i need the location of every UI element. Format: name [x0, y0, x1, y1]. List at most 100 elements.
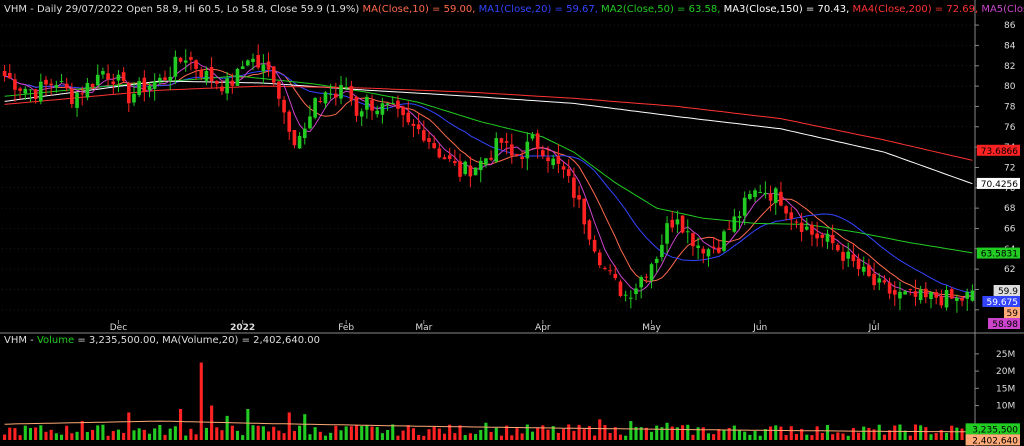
volume-bar[interactable]: [225, 415, 229, 440]
volume-bar[interactable]: [194, 434, 198, 440]
volume-bar[interactable]: [582, 429, 586, 440]
volume-bar[interactable]: [75, 431, 79, 440]
volume-bar[interactable]: [691, 434, 695, 440]
volume-bar[interactable]: [349, 426, 353, 440]
volume-bar[interactable]: [629, 421, 633, 440]
volume-bar[interactable]: [779, 426, 783, 440]
volume-bar[interactable]: [530, 431, 535, 440]
volume-bar[interactable]: [525, 424, 529, 440]
volume-bar[interactable]: [137, 428, 141, 440]
volume-bar[interactable]: [261, 426, 265, 440]
volume-bar[interactable]: [158, 424, 162, 440]
volume-bar[interactable]: [603, 425, 607, 440]
volume-bar[interactable]: [453, 433, 457, 440]
volume-bar[interactable]: [836, 432, 840, 440]
volume-bar[interactable]: [59, 434, 64, 440]
volume-bar[interactable]: [810, 435, 814, 440]
volume-bar[interactable]: [717, 429, 721, 440]
volume-bar[interactable]: [882, 434, 886, 440]
volume-bar[interactable]: [960, 428, 964, 440]
volume-bar[interactable]: [23, 425, 27, 440]
volume-bar[interactable]: [334, 425, 338, 440]
volume-bar[interactable]: [360, 426, 364, 440]
volume-bar[interactable]: [406, 425, 410, 440]
volume-bar[interactable]: [396, 435, 400, 440]
candle[interactable]: [473, 167, 478, 176]
volume-bar[interactable]: [815, 426, 819, 440]
volume-bar[interactable]: [789, 426, 793, 440]
volume-bar[interactable]: [189, 428, 193, 440]
volume-bar[interactable]: [846, 435, 850, 440]
volume-bar[interactable]: [841, 433, 845, 440]
volume-bar[interactable]: [758, 435, 762, 440]
volume-bar[interactable]: [39, 425, 43, 440]
volume-bar[interactable]: [706, 433, 711, 440]
volume-bar[interactable]: [655, 425, 659, 440]
volume-bar[interactable]: [489, 431, 493, 440]
candle[interactable]: [618, 279, 623, 298]
volume-bar[interactable]: [831, 434, 835, 440]
volume-bar[interactable]: [411, 428, 416, 440]
volume-bar[interactable]: [893, 425, 897, 440]
volume-bar[interactable]: [96, 425, 100, 440]
volume-bar[interactable]: [561, 429, 566, 440]
volume-bar[interactable]: [179, 409, 183, 440]
volume-bar[interactable]: [173, 426, 177, 440]
volume-bar[interactable]: [769, 426, 773, 440]
volume-bar[interactable]: [116, 429, 121, 440]
volume-bar[interactable]: [354, 425, 359, 440]
volume-bar[interactable]: [318, 431, 322, 440]
volume-bar[interactable]: [28, 427, 33, 440]
volume-bar[interactable]: [85, 432, 89, 440]
volume-bar[interactable]: [712, 434, 716, 440]
volume-bar[interactable]: [432, 426, 436, 440]
volume-bar[interactable]: [380, 433, 384, 440]
volume-bar[interactable]: [437, 428, 441, 440]
volume-bar[interactable]: [732, 425, 736, 440]
volume-bar[interactable]: [820, 433, 824, 440]
volume-bar[interactable]: [686, 424, 690, 440]
volume-bar[interactable]: [624, 435, 628, 440]
volume-bar[interactable]: [8, 427, 12, 440]
volume-bar[interactable]: [65, 425, 69, 440]
volume-bar[interactable]: [163, 434, 167, 440]
volume-bar[interactable]: [153, 428, 157, 440]
volume-bar[interactable]: [753, 431, 757, 440]
volume-bar[interactable]: [567, 424, 571, 440]
volume-bar[interactable]: [49, 429, 53, 440]
volume-bar[interactable]: [122, 432, 126, 440]
volume-bar[interactable]: [898, 424, 902, 440]
volume-bar[interactable]: [427, 429, 431, 440]
volume-bar[interactable]: [665, 422, 669, 440]
volume-bar[interactable]: [649, 431, 654, 440]
volume-bar[interactable]: [184, 435, 188, 440]
volume-bar[interactable]: [919, 425, 923, 440]
volume-bar[interactable]: [701, 427, 705, 440]
volume-bar[interactable]: [272, 426, 276, 440]
volume-bar[interactable]: [106, 435, 110, 440]
volume-bar[interactable]: [230, 425, 234, 440]
volume-bar[interactable]: [618, 434, 623, 440]
volume-bar[interactable]: [851, 428, 855, 440]
volume-bar[interactable]: [572, 430, 576, 440]
volume-bar[interactable]: [474, 434, 478, 440]
volume-bar[interactable]: [536, 427, 540, 440]
volume-bar[interactable]: [101, 424, 105, 440]
volume-bar[interactable]: [80, 421, 84, 440]
volume-bar[interactable]: [365, 425, 369, 440]
volume-bar[interactable]: [329, 432, 333, 440]
volume-bar[interactable]: [856, 432, 861, 440]
volume-bar[interactable]: [370, 426, 374, 440]
volume-bar[interactable]: [479, 429, 483, 440]
candle[interactable]: [949, 287, 954, 299]
volume-bar[interactable]: [794, 434, 798, 440]
volume-bar[interactable]: [3, 434, 7, 440]
volume-bar[interactable]: [91, 429, 95, 440]
volume-bar[interactable]: [934, 433, 938, 440]
chart-canvas[interactable]: 58606264666870727476788082848625M20M15M1…: [0, 0, 1024, 446]
volume-bar[interactable]: [256, 425, 260, 440]
volume-bar[interactable]: [220, 430, 224, 440]
volume-bar[interactable]: [743, 431, 747, 440]
volume-bar[interactable]: [515, 428, 519, 440]
volume-bar[interactable]: [313, 427, 317, 440]
